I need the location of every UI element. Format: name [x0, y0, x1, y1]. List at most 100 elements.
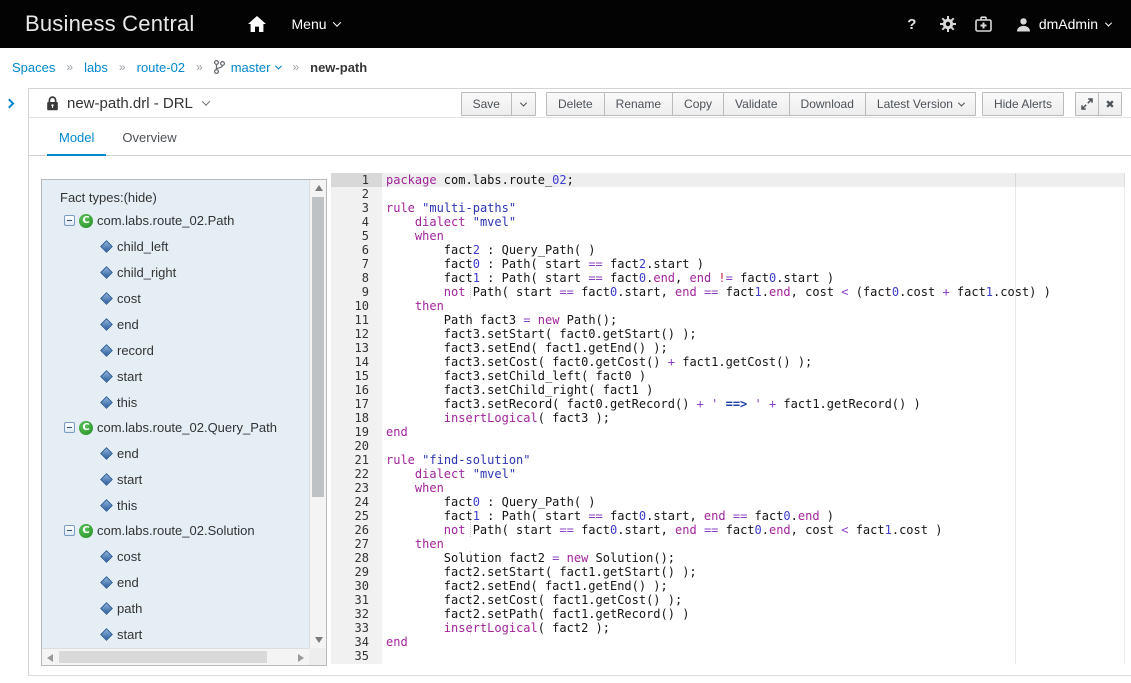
fact-field-row[interactable]: start: [42, 466, 309, 492]
fact-field-row[interactable]: end: [42, 440, 309, 466]
fact-field-row[interactable]: cost: [42, 543, 309, 569]
fact-field-row[interactable]: end: [42, 569, 309, 595]
copy-button[interactable]: Copy: [672, 92, 724, 116]
code-line[interactable]: fact2 : Query_Path( ): [382, 243, 1125, 257]
code-line[interactable]: when: [382, 229, 1125, 243]
code-line[interactable]: end: [382, 425, 1125, 439]
horizontal-scrollbar[interactable]: [42, 648, 309, 665]
branch-name: master: [231, 60, 271, 75]
fact-field-row[interactable]: path: [42, 595, 309, 621]
horizontal-scrollbar-thumb[interactable]: [59, 651, 267, 663]
code-line[interactable]: fact2.setEnd( fact1.getEnd() );: [382, 579, 1125, 593]
code-line[interactable]: [382, 187, 1125, 201]
code-line[interactable]: fact2.setPath( fact1.getRecord() ): [382, 607, 1125, 621]
code-line[interactable]: dialect "mvel": [382, 215, 1125, 229]
collapse-expander-icon[interactable]: [64, 215, 75, 226]
code-line[interactable]: fact3.setStart( fact0.getStart() );: [382, 327, 1125, 341]
code-line[interactable]: Path fact3 = new Path();: [382, 313, 1125, 327]
scrollbar-corner: [309, 648, 326, 665]
chevron-down-icon: [202, 97, 210, 105]
code-line[interactable]: fact3.setRecord( fact0.getRecord() + ' =…: [382, 397, 1125, 411]
fact-field-row[interactable]: record: [42, 337, 309, 363]
code-line[interactable]: not Path( start == fact0.start, end == f…: [382, 285, 1125, 299]
save-options-button[interactable]: [511, 92, 536, 116]
code-line[interactable]: dialect "mvel": [382, 467, 1125, 481]
code-line[interactable]: package com.labs.route_02;: [382, 173, 1125, 187]
fact-class-row[interactable]: Ccom.labs.route_02.Path: [42, 208, 309, 233]
code-line[interactable]: fact3.setChild_left( fact0 ): [382, 369, 1125, 383]
maximize-button[interactable]: [1075, 92, 1099, 116]
code-line[interactable]: fact2.setStart( fact1.getStart() );: [382, 565, 1125, 579]
code-line[interactable]: rule "multi-paths": [382, 201, 1125, 215]
fact-class-row[interactable]: Ccom.labs.route_02.Query_Path: [42, 415, 309, 440]
fact-field-row[interactable]: child_right: [42, 259, 309, 285]
close-button[interactable]: ✖: [1098, 92, 1122, 116]
code-line[interactable]: fact1 : Path( start == fact0.start, end …: [382, 509, 1125, 523]
code-line[interactable]: then: [382, 537, 1125, 551]
vertical-scrollbar-thumb[interactable]: [312, 197, 324, 497]
collapse-expander-icon[interactable]: [64, 525, 75, 536]
code-line[interactable]: fact3.setCost( fact0.getCost() + fact1.g…: [382, 355, 1125, 369]
code-line[interactable]: fact0 : Query_Path( ): [382, 495, 1125, 509]
code-line[interactable]: fact1 : Path( start == fact0.end, end !=…: [382, 271, 1125, 285]
code-line[interactable]: insertLogical( fact3 );: [382, 411, 1125, 425]
breadcrumb-labs[interactable]: labs: [84, 60, 108, 75]
rename-button[interactable]: Rename: [604, 92, 673, 116]
validate-button[interactable]: Validate: [723, 92, 789, 116]
settings-button[interactable]: [930, 0, 966, 48]
code-line[interactable]: fact0 : Path( start == fact2.start ): [382, 257, 1125, 271]
menu-label: Menu: [292, 16, 327, 32]
lock-icon: [46, 96, 59, 111]
fact-field-row[interactable]: cost: [42, 285, 309, 311]
code-line[interactable]: when: [382, 481, 1125, 495]
code-line[interactable]: fact3.setEnd( fact1.getEnd() );: [382, 341, 1125, 355]
code-lines[interactable]: package com.labs.route_02;rule "multi-pa…: [382, 173, 1125, 664]
fact-field-row[interactable]: this: [42, 492, 309, 518]
scroll-up-arrow-icon[interactable]: [315, 185, 323, 191]
scroll-left-arrow-icon[interactable]: [47, 654, 53, 662]
latest-version-dropdown[interactable]: Latest Version: [865, 92, 976, 116]
fact-field-row[interactable]: start: [42, 363, 309, 389]
code-line[interactable]: [382, 649, 1125, 663]
code-line[interactable]: fact3.setChild_right( fact1 ): [382, 383, 1125, 397]
save-button[interactable]: Save: [461, 92, 512, 116]
class-icon: C: [79, 214, 93, 228]
code-line[interactable]: insertLogical( fact2 );: [382, 621, 1125, 635]
help-button[interactable]: ?: [894, 0, 930, 48]
code-line[interactable]: Solution fact2 = new Solution();: [382, 551, 1125, 565]
breadcrumb-route-02[interactable]: route-02: [137, 60, 185, 75]
branch-selector[interactable]: master: [214, 60, 282, 75]
line-number: 24: [331, 495, 382, 509]
fact-field-row[interactable]: this: [42, 389, 309, 415]
code-line[interactable]: not Path( start == fact0.start, end == f…: [382, 523, 1125, 537]
code-line[interactable]: [382, 439, 1125, 453]
drl-code-editor[interactable]: 1234567891011121314151617181920212223242…: [331, 173, 1125, 664]
delete-button[interactable]: Delete: [546, 92, 605, 116]
collapse-expander-icon[interactable]: [64, 422, 75, 433]
code-line[interactable]: fact2.setCost( fact1.getCost() );: [382, 593, 1125, 607]
home-button[interactable]: [240, 0, 274, 48]
menu-dropdown[interactable]: Menu: [292, 16, 340, 32]
fact-types-header[interactable]: Fact types:(hide): [60, 190, 309, 205]
fact-field-row[interactable]: child_left: [42, 233, 309, 259]
user-menu[interactable]: dmAdmin: [1016, 16, 1111, 32]
fact-field-row[interactable]: start: [42, 621, 309, 647]
fact-class-row[interactable]: Ccom.labs.route_02.Solution: [42, 518, 309, 543]
breadcrumb-spaces[interactable]: Spaces: [12, 60, 55, 75]
scroll-right-arrow-icon[interactable]: [298, 654, 304, 662]
code-line[interactable]: then: [382, 299, 1125, 313]
code-branch-icon: [214, 60, 225, 74]
admin-tools-button[interactable]: [966, 0, 1002, 48]
tab-overview[interactable]: Overview: [108, 121, 190, 155]
asset-title-dropdown[interactable]: new-path.drl - DRL: [46, 95, 209, 112]
expand-docked-panel-chevron[interactable]: [6, 94, 13, 112]
download-button[interactable]: Download: [789, 92, 866, 116]
tab-model[interactable]: Model: [45, 121, 108, 155]
vertical-scrollbar[interactable]: [309, 180, 326, 648]
fact-field-row[interactable]: end: [42, 311, 309, 337]
window-button-group: ✖: [1075, 92, 1122, 116]
scroll-down-arrow-icon[interactable]: [315, 637, 323, 643]
hide-alerts-button[interactable]: Hide Alerts: [982, 92, 1064, 116]
code-line[interactable]: end: [382, 635, 1125, 649]
code-line[interactable]: rule "find-solution": [382, 453, 1125, 467]
